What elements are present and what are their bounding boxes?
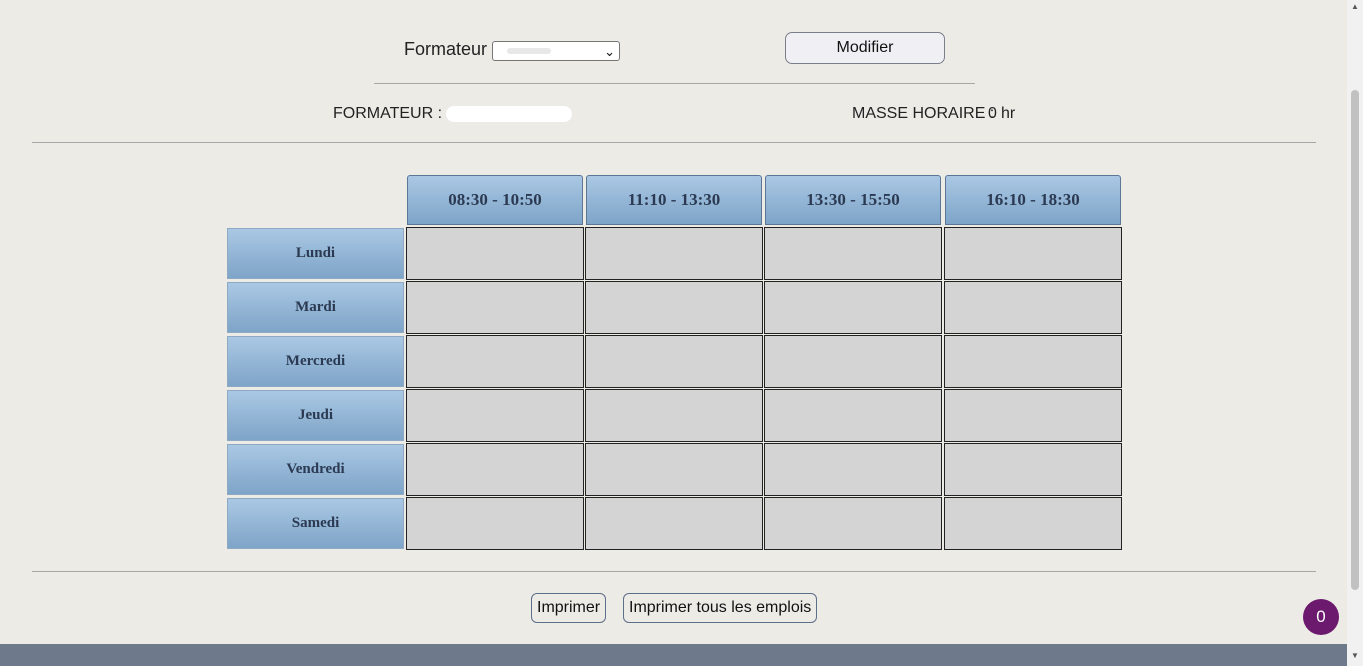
formateur-label: Formateur (404, 39, 488, 59)
scroll-up-arrow-icon[interactable]: ▲ (1351, 3, 1359, 11)
scroll-down-arrow-icon[interactable]: ▼ (1351, 652, 1359, 660)
info-row: FORMATEUR : MASSE HORAIRE : 0 hr (0, 105, 1347, 125)
schedule-cell[interactable] (944, 335, 1122, 388)
schedule-cell[interactable] (764, 443, 942, 496)
schedule-cell[interactable] (944, 497, 1122, 550)
schedule-cell[interactable] (406, 497, 584, 550)
time-slot-header: 11:10 - 13:30 (586, 175, 762, 225)
divider (374, 83, 975, 84)
schedule-cell[interactable] (406, 335, 584, 388)
print-button[interactable]: Imprimer (531, 593, 607, 623)
modifier-button[interactable]: Modifier (785, 32, 945, 64)
schedule-cell[interactable] (764, 281, 942, 334)
actions-row: Imprimer Imprimer tous les emplois (0, 593, 1347, 623)
schedule-cell[interactable] (944, 281, 1122, 334)
schedule-cell[interactable] (406, 389, 584, 442)
schedule-cell[interactable] (944, 389, 1122, 442)
day-header: Mardi (227, 282, 404, 333)
chevron-down-icon: ⌄ (604, 44, 615, 59)
time-slot-header: 08:30 - 10:50 (407, 175, 583, 225)
formateur-selector-row: Formateur ⌄ Modifier (0, 32, 1347, 66)
schedule-cell[interactable] (585, 281, 763, 334)
formateur-select[interactable]: ⌄ (492, 41, 620, 61)
schedule-cell[interactable] (406, 227, 584, 280)
formateur-select-value (507, 48, 551, 54)
scrollbar-thumb[interactable] (1351, 90, 1359, 590)
print-all-button[interactable]: Imprimer tous les emplois (623, 593, 818, 623)
masse-horaire-value: 0 (988, 105, 997, 122)
schedule-cell[interactable] (585, 335, 763, 388)
vertical-scrollbar[interactable]: ▲ ▼ (1347, 0, 1363, 666)
masse-horaire-label: MASSE HORAIRE : (852, 105, 995, 122)
notification-badge[interactable]: 0 (1303, 599, 1339, 635)
day-header: Lundi (227, 228, 404, 279)
day-header: Samedi (227, 498, 404, 549)
day-header: Jeudi (227, 390, 404, 441)
schedule-cell[interactable] (406, 281, 584, 334)
masse-horaire-unit: hr (1001, 105, 1016, 122)
schedule-cell[interactable] (764, 227, 942, 280)
formateur-info-value (446, 106, 572, 122)
schedule-cell[interactable] (406, 443, 584, 496)
page-content: Formateur ⌄ Modifier FORMATEUR : MASSE H… (0, 0, 1347, 644)
schedule-cell[interactable] (764, 389, 942, 442)
schedule-cell[interactable] (764, 497, 942, 550)
divider (32, 142, 1316, 143)
schedule-cell[interactable] (585, 227, 763, 280)
schedule-cell[interactable] (944, 227, 1122, 280)
schedule-cell[interactable] (944, 443, 1122, 496)
schedule-cell[interactable] (585, 497, 763, 550)
formateur-info-label: FORMATEUR : (333, 105, 443, 122)
footer-bar (0, 644, 1363, 666)
time-slot-header: 16:10 - 18:30 (945, 175, 1121, 225)
schedule-cell[interactable] (585, 443, 763, 496)
schedule-cell[interactable] (585, 389, 763, 442)
day-header: Mercredi (227, 336, 404, 387)
time-slot-header: 13:30 - 15:50 (765, 175, 941, 225)
schedule-cell[interactable] (764, 335, 942, 388)
divider (32, 571, 1316, 572)
day-header: Vendredi (227, 444, 404, 495)
